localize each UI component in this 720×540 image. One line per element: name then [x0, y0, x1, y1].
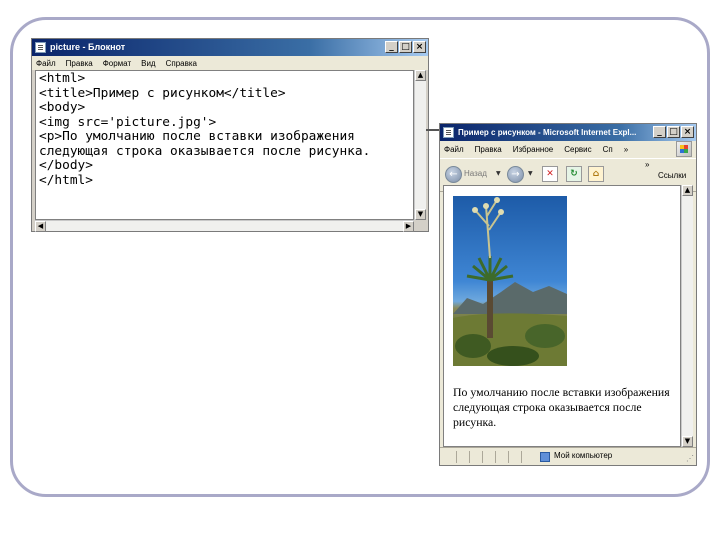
scroll-left-icon[interactable]: ◀: [35, 221, 46, 232]
menu-format[interactable]: Формат: [103, 59, 131, 68]
notepad-icon: [35, 42, 46, 53]
windows-logo-icon: [676, 141, 692, 157]
connector-line: [426, 129, 440, 131]
notepad-vertical-scrollbar[interactable]: ▲ ▼: [414, 70, 426, 220]
browser-menubar: Файл Правка Избранное Сервис Сп »: [440, 141, 696, 157]
back-arrow-icon[interactable]: ←: [445, 166, 462, 183]
status-bar: Мой компьютер ⋰: [440, 447, 696, 465]
notepad-titlebar[interactable]: picture - Блокнот _ □ ×: [32, 39, 428, 56]
scroll-up-icon[interactable]: ▲: [415, 70, 426, 81]
scroll-down-icon[interactable]: ▼: [415, 209, 426, 220]
home-icon[interactable]: ⌂: [588, 166, 604, 182]
yucca-photo: [453, 196, 567, 366]
close-button[interactable]: ×: [681, 126, 694, 138]
notepad-window: picture - Блокнот _ □ × Файл Правка Форм…: [31, 38, 429, 232]
code-line: <body>: [39, 100, 86, 115]
stop-icon[interactable]: ✕: [542, 166, 558, 182]
browser-title: Пример с рисунком - Microsoft Internet E…: [458, 128, 637, 137]
menu-help[interactable]: Сп: [603, 145, 613, 154]
scroll-down-icon[interactable]: ▼: [682, 436, 693, 447]
menu-chevron-icon[interactable]: »: [624, 145, 628, 154]
close-button[interactable]: ×: [413, 41, 426, 53]
browser-titlebar[interactable]: Пример с рисунком - Microsoft Internet E…: [440, 124, 696, 141]
browser-content: По умолчанию после вставки изображения с…: [443, 185, 681, 447]
browser-window: Пример с рисунком - Microsoft Internet E…: [439, 123, 697, 466]
maximize-button[interactable]: □: [399, 41, 412, 53]
code-line: <title>Пример с рисунком</title>: [39, 85, 286, 101]
menu-edit[interactable]: Правка: [475, 145, 502, 154]
resize-grip-icon[interactable]: ⋰: [686, 454, 694, 463]
code-line: </html>: [39, 172, 93, 188]
refresh-icon[interactable]: ↻: [566, 166, 582, 182]
menu-file[interactable]: Файл: [444, 145, 464, 154]
notepad-title: picture - Блокнот: [50, 42, 126, 52]
browser-vertical-scrollbar[interactable]: ▲ ▼: [681, 185, 693, 447]
menu-file[interactable]: Файл: [36, 59, 56, 68]
forward-arrow-icon[interactable]: →: [507, 166, 524, 183]
minimize-button[interactable]: _: [653, 126, 666, 138]
code-line: <p>По умолчанию после вставки изображени…: [39, 129, 355, 144]
menu-tools[interactable]: Сервис: [564, 145, 591, 154]
links-button[interactable]: Ссылки: [658, 171, 686, 180]
status-zone-text: Мой компьютер: [554, 451, 613, 460]
menu-favorites[interactable]: Избранное: [513, 145, 554, 154]
scroll-right-icon[interactable]: ▶: [403, 221, 414, 232]
back-button-label[interactable]: Назад: [464, 169, 487, 178]
scroll-up-icon[interactable]: ▲: [682, 185, 693, 196]
code-line: <img src='picture.jpg'>: [39, 114, 217, 130]
maximize-button[interactable]: □: [667, 126, 680, 138]
forward-dropdown-icon[interactable]: ▼: [528, 170, 533, 177]
status-panels: [444, 451, 534, 463]
page-paragraph: По умолчанию после вставки изображения с…: [453, 385, 670, 429]
code-line: <html>: [39, 71, 86, 86]
browser-page-icon: [443, 127, 454, 138]
minimize-button[interactable]: _: [385, 41, 398, 53]
notepad-menubar: Файл Правка Формат Вид Справка: [32, 56, 428, 70]
computer-zone-icon: [540, 452, 550, 462]
back-dropdown-icon[interactable]: ▼: [496, 170, 501, 177]
notepad-horizontal-scrollbar[interactable]: ◀ ▶: [35, 220, 414, 232]
menu-view[interactable]: Вид: [141, 59, 155, 68]
yucca-illustration: [453, 197, 567, 366]
toolbar-chevron-icon[interactable]: »: [645, 160, 649, 169]
menu-help[interactable]: Справка: [166, 59, 197, 68]
code-line: </body>: [39, 158, 93, 173]
code-line: следующая строка оказывается после рисун…: [39, 143, 371, 159]
menu-edit[interactable]: Правка: [66, 59, 93, 68]
notepad-text-area[interactable]: <html> <title>Пример с рисунком</title> …: [35, 70, 414, 220]
